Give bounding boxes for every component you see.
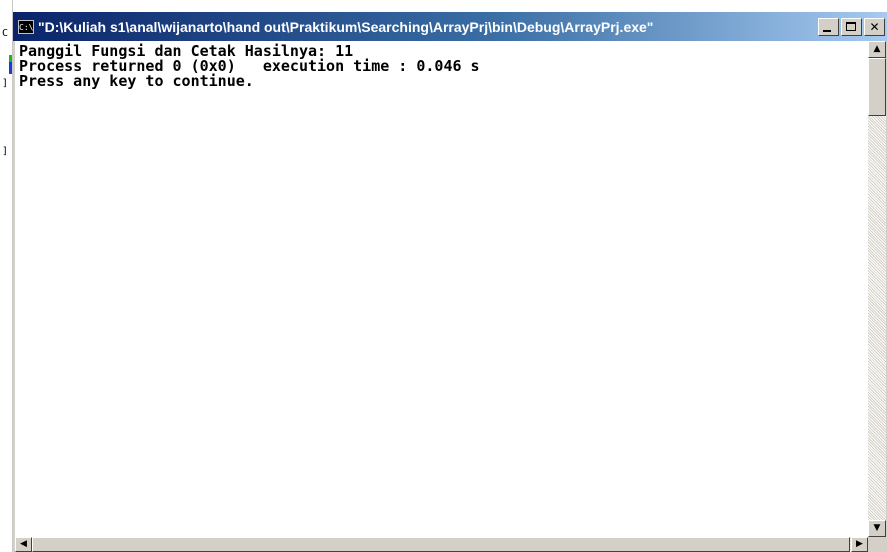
scroll-down-button[interactable]: ▼ <box>868 520 886 537</box>
vertical-scrollbar[interactable]: ▲ ▼ <box>868 41 886 537</box>
maximize-icon <box>846 21 856 31</box>
background-window-edge: C ] ] <box>0 0 13 552</box>
minimize-button[interactable] <box>818 17 839 36</box>
scroll-left-button[interactable]: ◀ <box>15 537 32 552</box>
background-mark: C <box>2 28 9 39</box>
scroll-right-button[interactable]: ▶ <box>851 537 868 552</box>
background-blue-marker <box>9 62 12 74</box>
close-icon: ✕ <box>869 19 880 34</box>
console-icon[interactable]: C:\ <box>18 19 34 34</box>
arrow-right-icon: ▶ <box>856 539 863 549</box>
console-output[interactable]: Panggil Fungsi dan Cetak Hasilnya: 11 Pr… <box>15 41 868 537</box>
console-icon-label: C:\ <box>19 22 34 32</box>
horizontal-scrollbar[interactable]: ◀ ▶ <box>15 537 868 552</box>
scroll-up-button[interactable]: ▲ <box>868 41 886 58</box>
background-mark: ] <box>2 146 9 157</box>
close-button[interactable]: ✕ <box>864 17 885 36</box>
background-mark: ] <box>2 78 9 89</box>
arrow-down-icon: ▼ <box>873 523 881 533</box>
maximize-button[interactable] <box>841 17 862 36</box>
window-title: "D:\Kuliah s1\anal\wijanarto\hand out\Pr… <box>38 18 654 35</box>
minimize-icon <box>823 29 831 32</box>
vertical-scroll-thumb[interactable] <box>868 58 886 116</box>
console-window: C:\ "D:\Kuliah s1\anal\wijanarto\hand ou… <box>13 12 887 552</box>
background-green-marker <box>9 55 12 62</box>
horizontal-scroll-thumb[interactable] <box>32 537 850 552</box>
console-line: Press any key to continue. <box>19 72 254 90</box>
title-bar[interactable]: C:\ "D:\Kuliah s1\anal\wijanarto\hand ou… <box>13 12 887 41</box>
resize-grip[interactable] <box>868 537 886 552</box>
arrow-left-icon: ◀ <box>20 539 27 549</box>
arrow-up-icon: ▲ <box>873 44 881 54</box>
